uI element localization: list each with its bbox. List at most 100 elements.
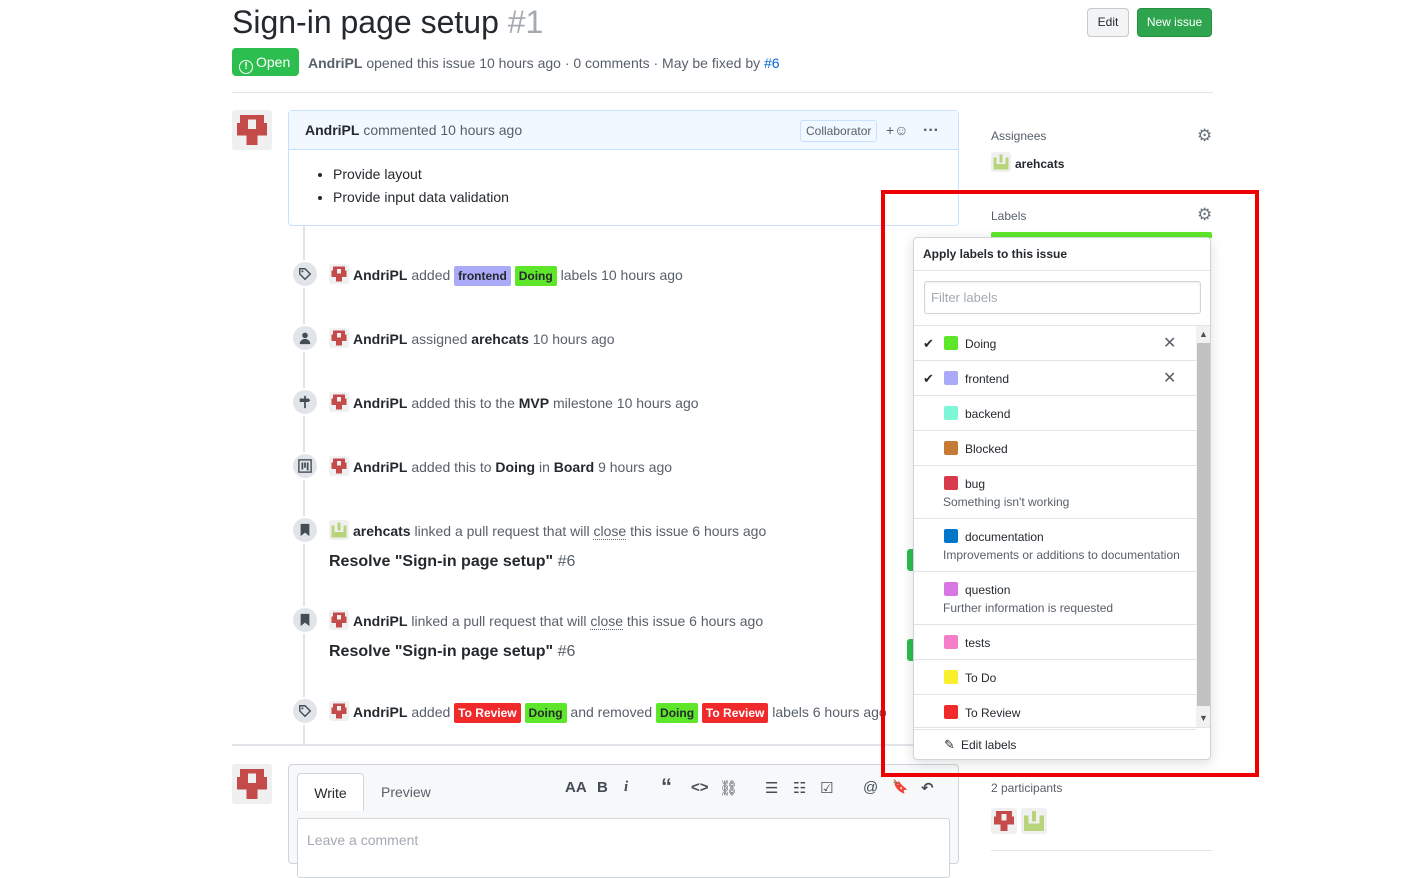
label-to-review[interactable]: To Review	[701, 703, 769, 723]
heading-icon[interactable]: AA	[565, 779, 587, 796]
project-icon	[291, 452, 319, 480]
bookmark-icon	[291, 606, 319, 634]
avatar[interactable]	[329, 328, 349, 348]
event-verb: assigned	[411, 331, 468, 347]
mention-icon[interactable]: @	[863, 779, 878, 796]
actor-link[interactable]: AndriPL	[353, 331, 407, 347]
add-reaction-icon[interactable]: +☺	[886, 111, 908, 150]
task-list-icon[interactable]: ☑	[820, 779, 833, 797]
label-frontend[interactable]: frontend	[454, 266, 511, 286]
issue-comment: AndriPL commented 10 hours ago Collabora…	[288, 110, 959, 226]
avatar[interactable]	[1021, 808, 1047, 834]
pr-number[interactable]: #6	[558, 643, 576, 660]
avatar[interactable]	[329, 701, 349, 721]
label-to-review[interactable]: To Review	[454, 703, 521, 723]
tab-write[interactable]: Write	[297, 773, 364, 811]
edit-button[interactable]: Edit	[1087, 8, 1129, 37]
timeline-event-linked-pr: arehcats linked a pull request that will…	[329, 520, 766, 541]
sidebar-divider	[991, 850, 1212, 851]
linked-pr-title[interactable]: Resolve "Sign-in page setup" #6	[329, 643, 575, 661]
ordered-list-icon[interactable]: ☷	[793, 779, 806, 797]
avatar[interactable]	[991, 808, 1017, 834]
milestone-link[interactable]: MVP	[519, 395, 549, 411]
italic-icon[interactable]: i	[624, 779, 628, 796]
reference-icon[interactable]: 🔖	[892, 779, 908, 795]
gear-icon[interactable]: ⚙	[1197, 126, 1212, 146]
event-verb: added	[411, 267, 451, 283]
status-text: Open	[256, 54, 291, 70]
avatar[interactable]	[329, 392, 349, 412]
opened-text: opened this issue 10 hours ago · 0 comme…	[366, 55, 761, 71]
issue-title-text: Sign-in page setup	[232, 4, 499, 40]
list-item: Provide input data validation	[333, 189, 958, 205]
tag-icon	[291, 697, 319, 725]
event-time: 9 hours ago	[598, 459, 673, 475]
tab-preview[interactable]: Preview	[381, 784, 431, 800]
actor-link[interactable]: AndriPL	[353, 613, 407, 629]
avatar[interactable]	[329, 456, 349, 476]
pr-title-text[interactable]: Resolve "Sign-in page setup"	[329, 553, 553, 570]
avatar[interactable]	[329, 520, 349, 540]
author-link[interactable]: AndriPL	[308, 55, 362, 71]
comment-body: Provide layout Provide input data valida…	[289, 166, 958, 205]
close-keyword[interactable]: close	[590, 613, 624, 630]
timeline-event-linked-pr: AndriPL linked a pull request that will …	[329, 610, 763, 631]
list-item: Provide layout	[333, 166, 958, 182]
actor-link[interactable]: AndriPL	[353, 395, 407, 411]
link-icon[interactable]: ⛓	[719, 779, 738, 797]
avatar[interactable]	[232, 110, 272, 150]
pr-title-text[interactable]: Resolve "Sign-in page setup"	[329, 643, 553, 660]
tag-icon	[291, 260, 319, 288]
actor-link[interactable]: AndriPL	[353, 459, 407, 475]
comment-textarea[interactable]: Leave a comment	[297, 818, 950, 878]
person-icon	[291, 324, 319, 352]
event-time: milestone 10 hours ago	[553, 395, 699, 411]
participants-title: 2 participants	[991, 781, 1063, 795]
event-verb: and removed	[570, 704, 653, 720]
avatar	[991, 152, 1011, 172]
event-verb: linked a pull request that will	[414, 523, 590, 539]
milestone-icon	[291, 388, 319, 416]
status-badge: ! Open	[232, 48, 299, 76]
highlight-box	[881, 190, 1259, 777]
pr-number[interactable]: #6	[558, 553, 576, 570]
project-column: Doing	[495, 459, 536, 475]
header-divider	[232, 92, 1213, 93]
unordered-list-icon[interactable]: ☰	[765, 779, 778, 797]
more-options-icon[interactable]: ···	[923, 111, 939, 150]
bold-icon[interactable]: B	[597, 779, 608, 796]
event-in: in	[538, 459, 550, 475]
reply-icon[interactable]: ↶	[921, 779, 934, 797]
code-icon[interactable]: <>	[691, 779, 709, 796]
assignees-title[interactable]: Assignees	[991, 129, 1046, 143]
project-board-link[interactable]: Board	[554, 459, 594, 475]
comment-timestamp[interactable]: commented 10 hours ago	[363, 122, 522, 138]
fix-pr-link[interactable]: #6	[764, 55, 780, 71]
assignee-item[interactable]: arehcats	[991, 152, 1064, 172]
actor-link[interactable]: AndriPL	[353, 704, 407, 720]
event-verb: added this to	[411, 459, 492, 475]
timeline-end-divider	[232, 744, 959, 746]
event-time: 10 hours ago	[532, 331, 615, 347]
event-verb: linked a pull request that will	[411, 613, 587, 629]
event-verb: added	[411, 704, 451, 720]
avatar[interactable]	[329, 264, 349, 284]
new-issue-button[interactable]: New issue	[1137, 8, 1212, 37]
actor-link[interactable]: arehcats	[353, 523, 411, 539]
quote-icon[interactable]: “	[661, 774, 672, 800]
timeline-event-labels: AndriPL added To Review Doing and remove…	[329, 701, 887, 723]
linked-pr-title[interactable]: Resolve "Sign-in page setup" #6	[329, 553, 575, 571]
comment-author[interactable]: AndriPL	[305, 122, 359, 138]
label-doing[interactable]: Doing	[656, 703, 699, 723]
label-doing[interactable]: Doing	[514, 266, 557, 286]
avatar[interactable]	[329, 610, 349, 630]
issue-open-icon: !	[239, 60, 253, 74]
assignee-link[interactable]: arehcats	[471, 331, 529, 347]
timeline-event-assigned: AndriPL assigned arehcats 10 hours ago	[329, 328, 615, 349]
event-time: this issue 6 hours ago	[630, 523, 767, 539]
actor-link[interactable]: AndriPL	[353, 267, 407, 283]
close-keyword[interactable]: close	[593, 523, 627, 540]
avatar	[232, 764, 272, 804]
label-doing[interactable]: Doing	[524, 703, 567, 723]
timeline-event-project: AndriPL added this to Doing in Board 9 h…	[329, 456, 672, 477]
